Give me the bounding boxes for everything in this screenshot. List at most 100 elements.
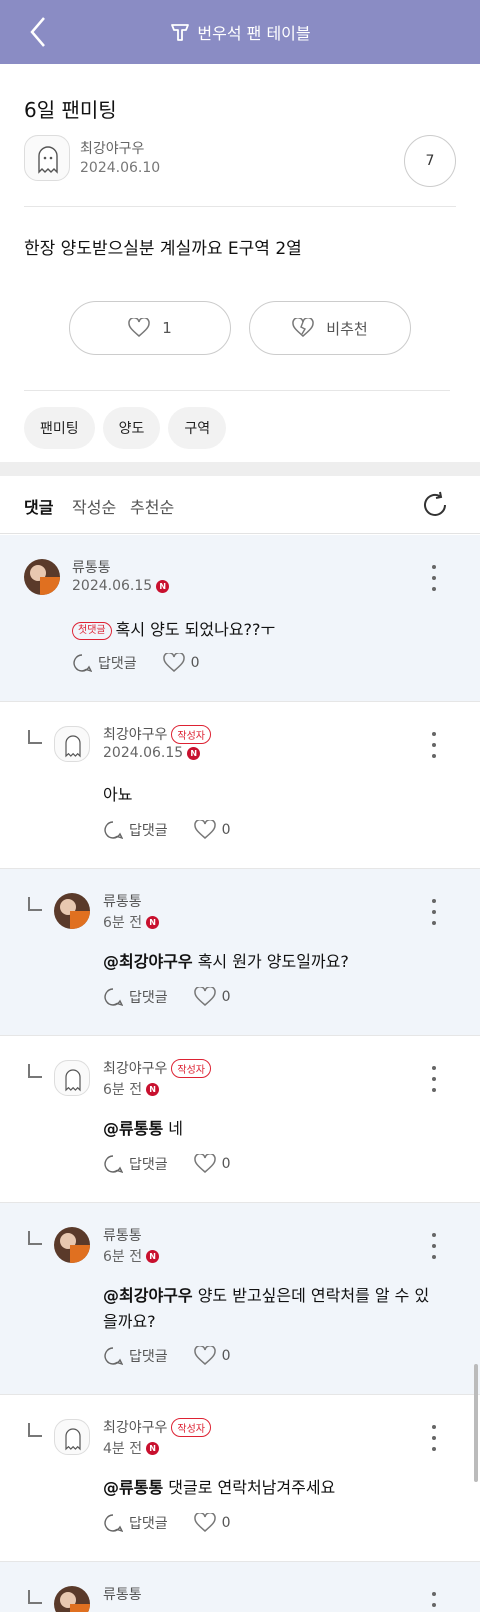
like-button[interactable]: 1 [69,301,231,355]
comment-like-count: 0 [221,822,231,838]
speech-bubble-icon [104,988,123,1007]
author-name[interactable]: 최강야구우 [80,138,144,158]
comment-author-row: 류통통 [103,891,142,911]
comment-text: @류통통 댓글로 연락처남겨주세요 [103,1475,335,1501]
divider [24,390,450,391]
reply-indent-icon [28,1590,42,1604]
divider [24,206,456,207]
comment-text: 첫댓글 혹시 양도 되었나요??ㅜ [72,617,275,643]
reply-button[interactable]: 답댓글 [103,1346,168,1366]
reply-button[interactable]: 답댓글 [103,987,168,1007]
comment-item: 류통통 2024.06.15 N 첫댓글 혹시 양도 되었나요??ㅜ 답댓글 0 [0,535,480,702]
sort-option-latest[interactable]: 작성순 [72,494,116,518]
tag-chip[interactable]: 구역 [168,407,227,449]
comment-date: 6분 전 [103,915,143,931]
user-avatar[interactable] [54,893,90,929]
more-options-icon[interactable] [424,1233,444,1259]
comment-author[interactable]: 류통통 [103,891,142,911]
speech-bubble-icon [104,1155,123,1174]
more-options-icon[interactable] [424,1592,444,1612]
speech-bubble-icon [73,654,92,673]
ghost-avatar-icon [65,1428,81,1451]
reply-indent-icon [28,1423,42,1437]
user-avatar[interactable] [54,1060,90,1096]
reply-label: 답댓글 [129,990,168,1006]
reply-button[interactable]: 답댓글 [103,1154,168,1174]
refresh-icon[interactable] [420,490,450,520]
table-icon [171,24,190,41]
heart-icon [193,1513,216,1532]
user-avatar[interactable] [54,1227,90,1263]
comment-actions: 답댓글 0 [72,653,200,673]
comment-author[interactable]: 류통통 [72,557,111,577]
more-options-icon[interactable] [424,1425,444,1451]
comment-date: 6분 전 [103,1249,143,1265]
comment-like-button[interactable]: 0 [193,1346,231,1366]
speech-bubble-icon [104,821,123,840]
comment-text: @최강야구우 혹시 원가 양도일까요? [103,949,349,975]
comment-author-row: 최강야구우 작성자 [103,1058,212,1078]
writer-badge: 작성자 [171,724,212,744]
comment-body: 혹시 원가 양도일까요? [197,952,349,971]
reply-button[interactable]: 답댓글 [103,820,168,840]
reply-item: 류통통 [0,1562,480,1612]
more-options-icon[interactable] [424,732,444,758]
comment-author[interactable]: 최강야구우 [103,1058,167,1078]
like-count: 1 [162,319,172,337]
reply-indent-icon [28,730,42,744]
user-avatar[interactable] [24,559,60,595]
comment-sort-bar: 댓글 작성순 추천순 [0,476,480,534]
new-badge: N [146,1082,160,1096]
comment-like-count: 0 [190,655,200,671]
comment-actions: 답댓글 0 [103,1513,231,1533]
more-options-icon[interactable] [424,565,444,591]
heart-icon [193,820,216,839]
user-avatar[interactable] [54,726,90,762]
comment-author[interactable]: 최강야구우 [103,724,167,744]
scrollbar[interactable] [474,1364,478,1482]
comment-text: @류통통 네 [103,1116,183,1142]
comment-author[interactable]: 류통통 [103,1584,142,1604]
writer-badge: 작성자 [171,1417,212,1437]
comment-text: 아뇨 [103,782,132,808]
reply-item: 최강야구우 작성자 6분 전 N @류통통 네 답댓글 0 [0,1036,480,1203]
comment-author[interactable]: 류통통 [103,1225,142,1245]
header-title-group: 번우석 팬 테이블 [0,0,480,64]
first-comment-badge: 첫댓글 [72,621,112,640]
more-options-icon[interactable] [424,899,444,925]
comment-author[interactable]: 최강야구우 [103,1417,167,1437]
post-date: 2024.06.10 [80,160,161,176]
author-avatar[interactable] [24,135,70,181]
reply-item: 최강야구우 작성자 2024.06.15 N 아뇨 답댓글 0 [0,702,480,869]
comment-date: 2024.06.15 [72,578,153,594]
new-badge: N [146,1441,160,1455]
dislike-button[interactable]: 비추천 [249,301,411,355]
comment-like-button[interactable]: 0 [193,987,231,1007]
tag-chip[interactable]: 양도 [102,407,161,449]
comment-like-count: 0 [221,1348,231,1364]
comment-like-button[interactable]: 0 [193,1513,231,1533]
comment-body: 아뇨 [103,785,133,804]
user-avatar[interactable] [54,1586,90,1612]
reply-label: 답댓글 [129,1157,168,1173]
sort-option-recommended[interactable]: 추천순 [130,494,174,518]
comment-like-button[interactable]: 0 [162,653,200,673]
tag-chip[interactable]: 팬미팅 [24,407,95,449]
reply-button[interactable]: 답댓글 [72,653,137,673]
reply-item: 최강야구우 작성자 4분 전 N @류통통 댓글로 연락처남겨주세요 답댓글 0 [0,1395,480,1562]
mention[interactable]: @류통통 [103,1119,163,1138]
mention[interactable]: @최강야구우 [103,1286,193,1305]
comments-heading: 댓글 [24,498,54,517]
mention[interactable]: @최강야구우 [103,952,193,971]
comment-actions: 답댓글 0 [103,1154,231,1174]
user-avatar[interactable] [54,1419,90,1455]
comment-like-button[interactable]: 0 [193,820,231,840]
comment-like-button[interactable]: 0 [193,1154,231,1174]
comment-date-row: 2024.06.15 N [103,745,201,761]
reply-button[interactable]: 답댓글 [103,1513,168,1533]
section-divider [0,462,480,476]
mention[interactable]: @류통통 [103,1478,163,1497]
more-options-icon[interactable] [424,1066,444,1092]
comment-body: 댓글로 연락처남겨주세요 [168,1478,336,1497]
tag-list: 팬미팅 양도 구역 [24,407,227,449]
